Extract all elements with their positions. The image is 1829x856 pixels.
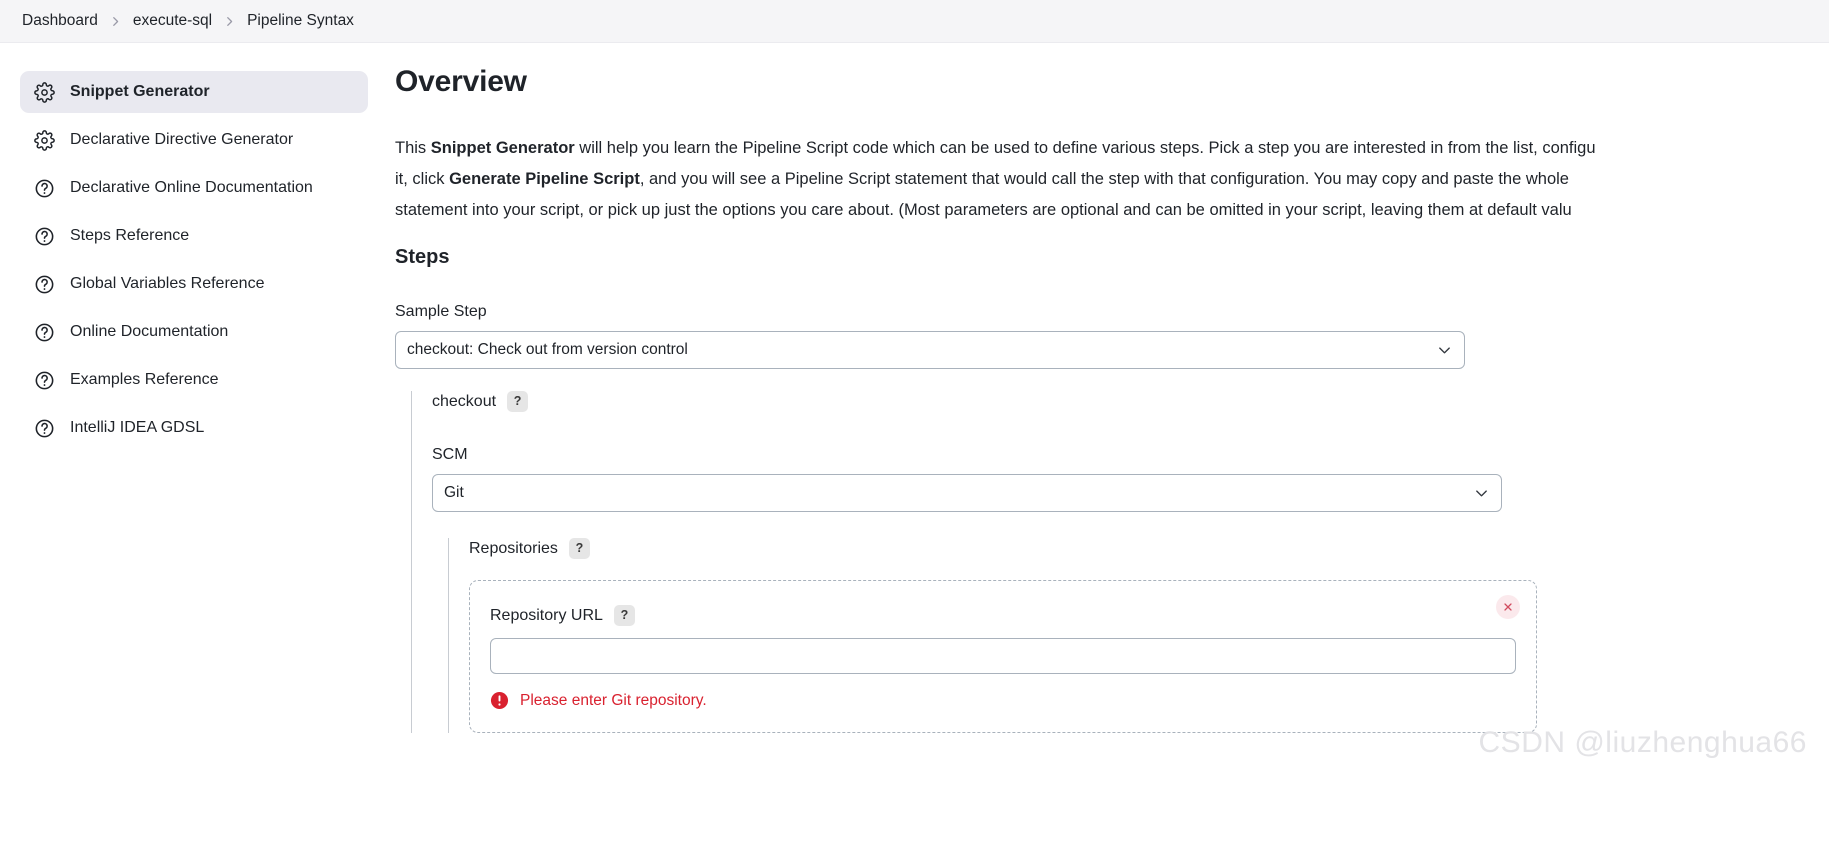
breadcrumb-item-execute-sql[interactable]: execute-sql xyxy=(133,12,212,30)
breadcrumb-item-dashboard[interactable]: Dashboard xyxy=(22,12,98,30)
repository-url-header: Repository URL ? xyxy=(490,605,1510,626)
sidebar-item-declarative-directive-generator[interactable]: Declarative Directive Generator xyxy=(20,119,368,161)
overview-line-2-c: , and you will see a Pipeline Script sta… xyxy=(639,170,1569,188)
sample-step-label: Sample Step xyxy=(395,303,487,320)
overview-emphasis-generate-pipeline-script: Generate Pipeline Script xyxy=(449,170,640,188)
watermark: CSDN @liuzhenghua66 xyxy=(1478,726,1807,759)
breadcrumb: Dashboard execute-sql Pipeline Syntax xyxy=(0,0,1829,43)
sidebar-item-steps-reference[interactable]: Steps Reference xyxy=(20,215,368,257)
repository-url-error-text: Please enter Git repository. xyxy=(520,691,707,709)
repository-url-error: Please enter Git repository. xyxy=(490,691,1510,710)
help-icon[interactable]: ? xyxy=(507,391,529,412)
overview-line-1: This Snippet Generator will help you lea… xyxy=(395,133,1829,164)
sidebar-item-label: Examples Reference xyxy=(70,371,219,388)
breadcrumb-item-pipeline-syntax: Pipeline Syntax xyxy=(247,12,354,29)
steps-heading: Steps xyxy=(395,246,450,268)
sidebar-item-examples-reference[interactable]: Examples Reference xyxy=(20,359,368,401)
checkout-block-title: checkout xyxy=(432,392,497,410)
repository-url-label: Repository URL xyxy=(490,606,603,624)
sidebar-item-label: Declarative Online Documentation xyxy=(70,179,313,196)
sidebar-item-label: IntelliJ IDEA GDSL xyxy=(70,419,205,436)
checkout-block: checkout ? SCM Git Repositories ? Reposi… xyxy=(411,391,1829,733)
overview-line-2-a: it, click xyxy=(395,170,450,188)
page-title: Overview xyxy=(395,65,527,98)
overview-paragraph: This Snippet Generator will help you lea… xyxy=(395,133,1829,226)
scm-label: SCM xyxy=(432,446,468,463)
repository-card: Repository URL ? Please enter Git reposi… xyxy=(469,580,1537,733)
question-circle-icon xyxy=(34,178,55,199)
chevron-right-icon xyxy=(224,16,235,27)
sidebar-item-label: Declarative Directive Generator xyxy=(70,131,294,148)
repositories-header: Repositories ? xyxy=(469,538,1829,559)
sidebar-item-declarative-online-documentation[interactable]: Declarative Online Documentation xyxy=(20,167,368,209)
scm-value: Git xyxy=(444,484,464,501)
chevron-right-icon xyxy=(110,16,121,27)
overview-line-1-a: This xyxy=(395,139,431,157)
sidebar-item-label: Steps Reference xyxy=(70,227,190,244)
close-x-icon[interactable] xyxy=(1496,595,1520,619)
question-circle-icon xyxy=(34,274,55,295)
error-exclamation-icon xyxy=(490,691,509,710)
sidebar-item-intellij-idea-gdsl[interactable]: IntelliJ IDEA GDSL xyxy=(20,407,368,449)
main-content: Overview This Snippet Generator will hel… xyxy=(390,43,1829,733)
overview-line-1-c: will help you learn the Pipeline Script … xyxy=(574,139,1596,157)
sidebar-item-label: Global Variables Reference xyxy=(70,275,265,292)
overview-emphasis-snippet-generator: Snippet Generator xyxy=(430,139,575,157)
help-icon[interactable]: ? xyxy=(613,605,635,626)
repositories-block: Repositories ? Repository URL ? Please e… xyxy=(448,538,1829,733)
repositories-title: Repositories xyxy=(469,539,558,557)
sidebar-item-snippet-generator[interactable]: Snippet Generator xyxy=(20,71,368,113)
question-circle-icon xyxy=(34,370,55,391)
sidebar-item-label: Snippet Generator xyxy=(70,83,210,100)
chevron-down-icon xyxy=(1437,343,1452,358)
question-circle-icon xyxy=(34,418,55,439)
repository-url-input[interactable] xyxy=(490,638,1516,674)
overview-line-2: it, click Generate Pipeline Script, and … xyxy=(395,164,1829,195)
sample-step-select[interactable]: checkout: Check out from version control xyxy=(395,331,1465,369)
sample-step-value: checkout: Check out from version control xyxy=(407,341,688,358)
gear-icon xyxy=(34,129,55,151)
sidebar-item-online-documentation[interactable]: Online Documentation xyxy=(20,311,368,353)
sidebar-item-label: Online Documentation xyxy=(70,323,229,340)
sidebar-item-global-variables-reference[interactable]: Global Variables Reference xyxy=(20,263,368,305)
overview-line-3: statement into your script, or pick up j… xyxy=(395,201,1572,219)
scm-select[interactable]: Git xyxy=(432,474,1502,512)
checkout-block-header: checkout ? xyxy=(432,391,1829,412)
gear-icon xyxy=(34,81,55,103)
question-circle-icon xyxy=(34,322,55,343)
chevron-down-icon xyxy=(1474,486,1489,501)
sidebar: Snippet Generator Declarative Directive … xyxy=(0,43,390,455)
help-icon[interactable]: ? xyxy=(568,538,590,559)
question-circle-icon xyxy=(34,226,55,247)
